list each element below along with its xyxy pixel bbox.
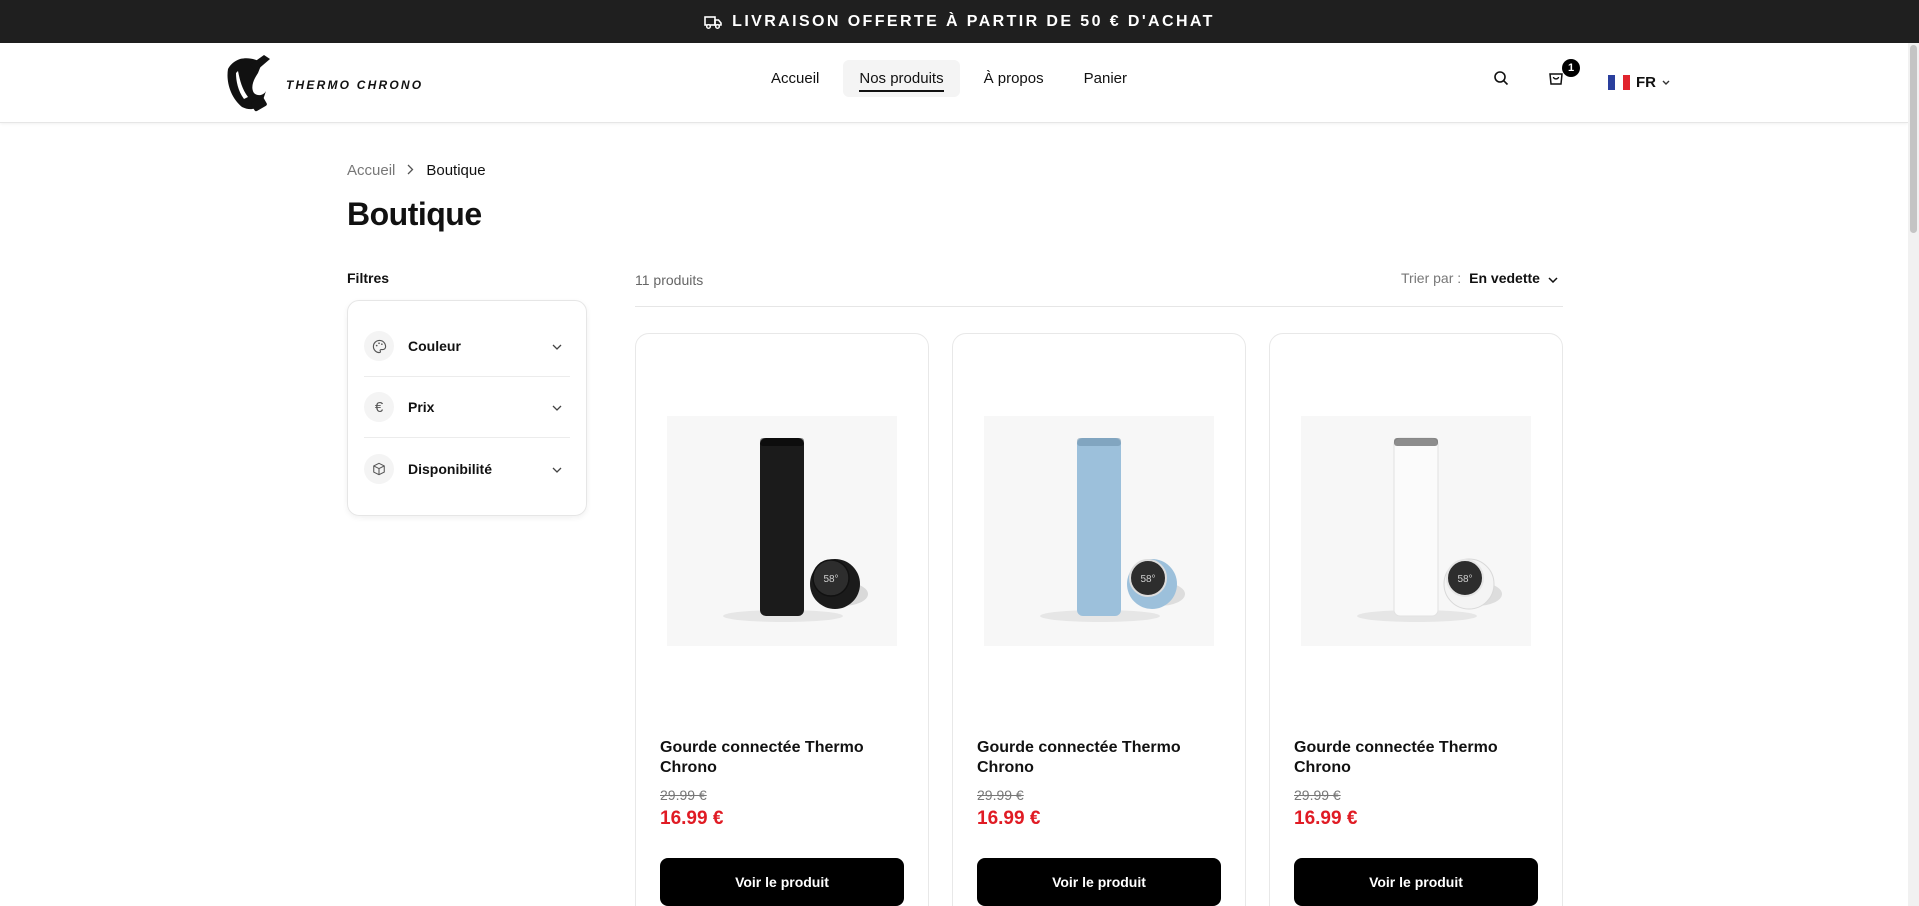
filter-label: Disponibilité bbox=[408, 460, 492, 477]
product-image[interactable]: 58° bbox=[667, 416, 897, 646]
sort-dropdown[interactable]: En vedette bbox=[1469, 270, 1558, 286]
logo[interactable]: THERMO CHRONO bbox=[220, 51, 423, 118]
view-product-button[interactable]: Voir le produit bbox=[1294, 858, 1538, 906]
product-price: 16.99 € bbox=[977, 808, 1041, 829]
palette-icon bbox=[364, 331, 394, 361]
breadcrumb: Accueil Boutique bbox=[347, 162, 486, 179]
chevron-down-icon bbox=[552, 337, 562, 355]
product-card[interactable]: 58° Gourde connectée Thermo Chrono 29.99… bbox=[1269, 333, 1563, 906]
main-nav: Accueil Nos produits À propos Panier bbox=[755, 60, 1143, 97]
toolbar-divider bbox=[635, 306, 1563, 307]
filter-label: Couleur bbox=[408, 338, 461, 354]
filters-heading: Filtres bbox=[347, 270, 390, 286]
product-price: 16.99 € bbox=[1294, 808, 1358, 829]
product-card[interactable]: 58° Gourde connectée Thermo Chrono 29.99… bbox=[635, 333, 929, 906]
product-count: 11 produits bbox=[635, 272, 704, 288]
filter-prix[interactable]: € Prix bbox=[364, 377, 570, 438]
breadcrumb-home[interactable]: Accueil bbox=[347, 162, 395, 179]
sort-value: En vedette bbox=[1469, 270, 1540, 286]
svg-text:58°: 58° bbox=[1457, 574, 1472, 585]
product-card[interactable]: 58° Gourde connectée Thermo Chrono 29.99… bbox=[952, 333, 1246, 906]
scrollbar-thumb[interactable] bbox=[1910, 45, 1917, 233]
site-header: THERMO CHRONO Accueil Nos produits À pro… bbox=[0, 43, 1908, 123]
logo-mark-icon bbox=[220, 51, 276, 118]
nav-item-a-propos[interactable]: À propos bbox=[968, 60, 1060, 97]
france-flag-icon bbox=[1608, 74, 1630, 90]
chevron-down-icon bbox=[552, 398, 562, 416]
language-selector[interactable]: FR bbox=[1608, 73, 1670, 91]
sort-label: Trier par : bbox=[1401, 270, 1462, 286]
box-icon bbox=[364, 453, 394, 484]
svg-text:58°: 58° bbox=[1140, 574, 1155, 585]
product-image[interactable]: 58° bbox=[1301, 416, 1531, 646]
product-old-price: 29.99 € bbox=[1294, 787, 1341, 803]
language-code: FR bbox=[1636, 73, 1656, 91]
product-image[interactable]: 58° bbox=[984, 416, 1214, 646]
chevron-down-icon bbox=[1548, 270, 1558, 286]
filter-disponibilite[interactable]: Disponibilité bbox=[364, 438, 570, 499]
announcement-bar: LIVRAISON OFFERTE À PARTIR DE 50 € D'ACH… bbox=[0, 0, 1919, 43]
breadcrumb-current: Boutique bbox=[426, 162, 486, 179]
page-scrollbar[interactable] bbox=[1908, 43, 1919, 906]
chevron-right-icon bbox=[407, 162, 414, 179]
nav-item-nos-produits[interactable]: Nos produits bbox=[843, 60, 960, 97]
chevron-down-icon bbox=[1662, 73, 1670, 91]
nav-item-panier[interactable]: Panier bbox=[1068, 60, 1143, 97]
chevron-down-icon bbox=[552, 460, 562, 478]
product-title[interactable]: Gourde connectée Thermo Chrono bbox=[977, 738, 1223, 778]
nav-item-accueil[interactable]: Accueil bbox=[755, 60, 835, 97]
filter-label: Prix bbox=[408, 399, 435, 415]
cart-count-badge: 1 bbox=[1562, 59, 1580, 77]
product-title[interactable]: Gourde connectée Thermo Chrono bbox=[1294, 738, 1540, 778]
page-title: Boutique bbox=[347, 196, 482, 232]
announcement-text: LIVRAISON OFFERTE À PARTIR DE 50 € D'ACH… bbox=[732, 12, 1215, 30]
cart-icon[interactable] bbox=[1548, 70, 1564, 91]
filter-couleur[interactable]: Couleur bbox=[364, 316, 570, 377]
product-old-price: 29.99 € bbox=[660, 787, 707, 803]
sort-control: Trier par : En vedette bbox=[1401, 270, 1558, 286]
product-old-price: 29.99 € bbox=[977, 787, 1024, 803]
search-icon[interactable] bbox=[1493, 70, 1509, 91]
filters-panel: Couleur € Prix Disponibilité bbox=[347, 300, 587, 516]
truck-icon bbox=[704, 15, 722, 29]
view-product-button[interactable]: Voir le produit bbox=[977, 858, 1221, 906]
svg-text:58°: 58° bbox=[823, 574, 838, 585]
product-price: 16.99 € bbox=[660, 808, 724, 829]
view-product-button[interactable]: Voir le produit bbox=[660, 858, 904, 906]
logo-text: THERMO CHRONO bbox=[286, 77, 424, 92]
euro-icon: € bbox=[364, 392, 394, 422]
product-title[interactable]: Gourde connectée Thermo Chrono bbox=[660, 738, 906, 778]
